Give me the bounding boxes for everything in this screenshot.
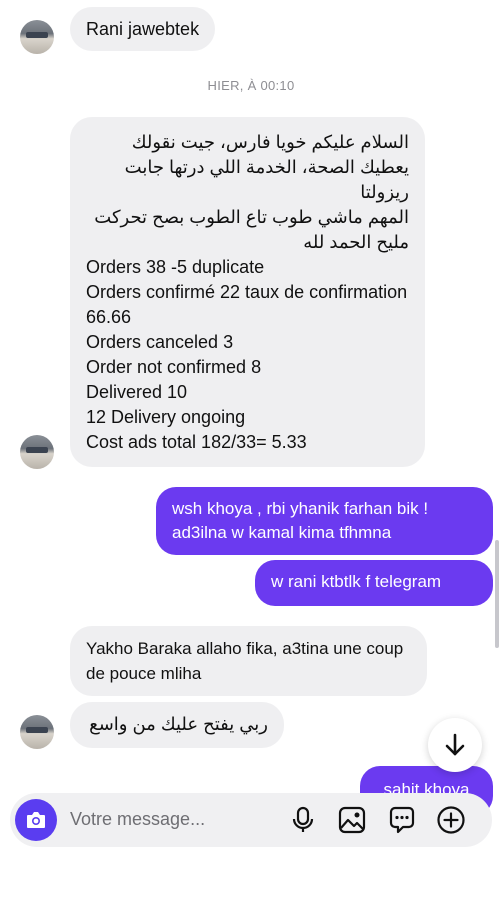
scroll-down-button[interactable]: [428, 718, 482, 772]
outgoing-message[interactable]: wsh khoya , rbi yhanik farhan bik ! ad3i…: [156, 487, 493, 555]
add-button[interactable]: [436, 805, 466, 835]
message-line: Order not confirmed 8: [86, 357, 262, 377]
message-text: w rani ktbtlk f telegram: [271, 572, 442, 591]
incoming-message[interactable]: Rani jawebtek: [70, 7, 216, 51]
camera-icon: [27, 812, 45, 828]
message-line: 12 Delivery ongoing: [86, 407, 246, 427]
message-timestamp: HIER, À 00:10: [207, 78, 295, 93]
message-composer: Votre message...: [10, 793, 492, 847]
outgoing-message[interactable]: w rani ktbtlk f telegram: [255, 560, 493, 606]
image-icon: [338, 806, 366, 834]
contact-avatar[interactable]: [20, 435, 54, 469]
message-line: Orders 38 -5 duplicate: [86, 257, 265, 277]
microphone-icon: [292, 806, 314, 832]
microphone-button[interactable]: [288, 805, 318, 835]
message-text: Rani jawebtek: [86, 19, 200, 39]
scrollbar[interactable]: [495, 540, 499, 648]
incoming-message[interactable]: Yakho Baraka allaho fika, a3tina une cou…: [70, 626, 427, 696]
arrow-down-icon: [445, 733, 465, 756]
sticker-button[interactable]: [387, 805, 417, 835]
camera-button[interactable]: [15, 799, 57, 841]
message-line: Orders canceled 3: [86, 332, 234, 352]
incoming-message[interactable]: ربي يفتح عليك من واسع: [70, 702, 284, 748]
message-line: Cost ads total 182/33= 5.33: [86, 432, 307, 452]
message-input[interactable]: Votre message...: [70, 809, 205, 830]
message-line: Delivered 10: [86, 382, 188, 402]
message-line-arabic: المهم ماشي طوب تاع الطوب بصح تحركت مليح …: [94, 207, 409, 252]
sticker-icon: [389, 806, 415, 834]
message-line: Orders confirmé 22 taux de confirmation …: [86, 282, 408, 327]
message-text: wsh khoya , rbi yhanik farhan bik ! ad3i…: [172, 499, 429, 542]
message-text: Yakho Baraka allaho fika, a3tina une cou…: [86, 639, 404, 683]
contact-avatar[interactable]: [20, 715, 54, 749]
message-line-arabic: السلام عليكم خويا فارس، جيت نقولك يعطيك …: [124, 132, 409, 202]
message-text: ربي يفتح عليك من واسع: [89, 714, 268, 734]
contact-avatar[interactable]: [20, 20, 54, 54]
incoming-message-report[interactable]: السلام عليكم خويا فارس، جيت نقولك يعطيك …: [70, 117, 425, 467]
plus-icon: [437, 806, 465, 834]
gallery-button[interactable]: [337, 805, 367, 835]
